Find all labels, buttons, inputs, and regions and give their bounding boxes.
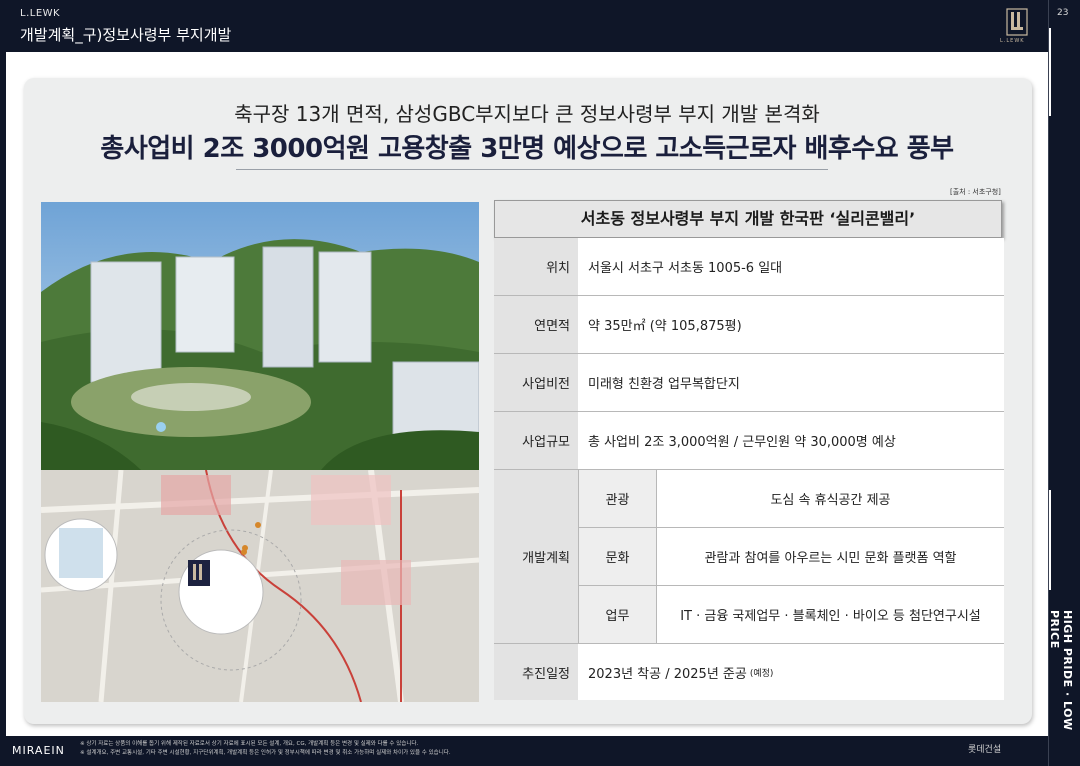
disclaimer-line-2: ※ 설계개요, 주변 교통시설, 기타 주변 시설현황, 지구단위계획, 개발계… xyxy=(80,750,451,756)
table-row: 사업비전 미래형 친환경 업무복합단지 xyxy=(494,354,1004,412)
plan-sub-label: 관광 xyxy=(578,470,656,528)
table-row: 연면적 약 35만㎡ (약 105,875평) xyxy=(494,296,1004,354)
vertical-slogan: HIGH PRIDE · LOW PRICE xyxy=(1048,610,1074,731)
row-label: 위치 xyxy=(494,238,578,295)
company-name: 롯데건설 xyxy=(968,745,1002,755)
row-label: 추진일정 xyxy=(494,644,578,700)
schedule-note: (예정) xyxy=(749,668,774,679)
row-value: 총 사업비 2조 3,000억원 / 근무인원 약 30,000명 예상 xyxy=(578,412,1004,469)
table-title: 서초동 정보사령부 부지 개발 한국판 ‘실리콘밸리’ xyxy=(494,200,1002,238)
row-value: 2023년 착공 / 2025년 준공 (예정) xyxy=(578,644,1004,700)
plan-sub-label: 업무 xyxy=(578,586,656,644)
subheadline: 축구장 13개 면적, 삼성GBC부지보다 큰 정보사령부 부지 개발 본격화 xyxy=(234,102,820,126)
rail-accent-top xyxy=(1049,28,1051,116)
row-label: 개발계획 xyxy=(494,470,578,643)
schedule-value: 2023년 착공 / 2025년 준공 xyxy=(588,666,747,682)
brand-logo-icon xyxy=(1006,8,1028,36)
page-title: 개발계획_구)정보사령부 부지개발 xyxy=(20,26,232,44)
row-label: 사업비전 xyxy=(494,354,578,411)
development-rendering-image xyxy=(41,202,479,470)
table-row: 추진일정 2023년 착공 / 2025년 준공 (예정) xyxy=(494,644,1004,700)
logo-caption: L.LEWK xyxy=(1000,38,1025,44)
plan-sub-value: 관람과 참여를 아우르는 시민 문화 플랫폼 역할 xyxy=(656,528,1004,586)
plan-sub-value: 도심 속 휴식공간 제공 xyxy=(656,470,1004,528)
row-value: 서울시 서초구 서초동 1005-6 일대 xyxy=(578,238,1004,295)
source-note: [출처 : 서초구청] xyxy=(950,188,1001,196)
footer-disclaimer: ※ 상기 자료는 상품의 이해를 돕기 위해 제작된 자료로서 상기 자료에 표… xyxy=(80,740,600,758)
brand-small: L.LEWK xyxy=(20,8,61,19)
page-number: 23 xyxy=(1057,8,1069,18)
rail-accent-bottom xyxy=(1049,490,1051,590)
headline: 총사업비 2조 3000억원 고용창출 3만명 예상으로 고소득근로자 배후수요… xyxy=(100,134,954,164)
headline-divider xyxy=(236,169,828,170)
plan-sub-label: 문화 xyxy=(578,528,656,586)
row-label: 연면적 xyxy=(494,296,578,353)
footer-brand: MIRAEIN xyxy=(12,744,65,757)
content-area: 축구장 13개 면적, 삼성GBC부지보다 큰 정보사령부 부지 개발 본격화 … xyxy=(6,52,1048,736)
table-row: 사업규모 총 사업비 2조 3,000억원 / 근무인원 약 30,000명 예… xyxy=(494,412,1004,470)
table-row: 위치 서울시 서초구 서초동 1005-6 일대 xyxy=(494,238,1004,296)
row-value: 약 35만㎡ (약 105,875평) xyxy=(578,296,1004,353)
disclaimer-line-1: ※ 상기 자료는 상품의 이해를 돕기 위해 제작된 자료로서 상기 자료에 표… xyxy=(80,741,419,747)
row-label: 사업규모 xyxy=(494,412,578,469)
row-value: 미래형 친환경 업무복합단지 xyxy=(578,354,1004,411)
plan-sub-value: IT · 금융 국제업무 · 블록체인 · 바이오 등 첨단연구시설 xyxy=(656,586,1004,644)
location-map-image xyxy=(41,470,479,702)
